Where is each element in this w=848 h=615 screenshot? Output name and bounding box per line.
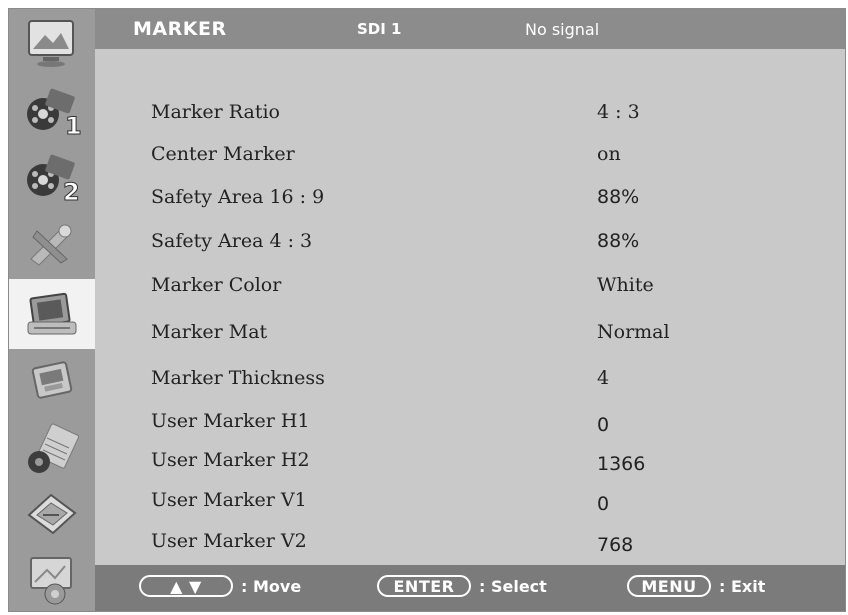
move-hint: : Move — [241, 577, 302, 596]
setting-value: 4 : 3 — [597, 101, 640, 123]
setting-label: Safety Area 4 : 3 — [151, 230, 313, 252]
sidebar-item-input-2[interactable]: 2 — [15, 147, 89, 205]
network-icon — [27, 493, 77, 535]
enter-key: ENTER — [377, 575, 471, 597]
setting-row-marker-color[interactable]: Marker Color White — [95, 274, 845, 308]
system-icon — [30, 557, 72, 605]
sidebar-item-function[interactable] — [15, 353, 89, 411]
footer-help: ▲ ▼ : Move ENTER : Select MENU : Exit — [95, 565, 845, 611]
sidebar-item-input-1[interactable]: 1 — [15, 81, 89, 139]
sidebar-item-picture[interactable] — [15, 13, 89, 71]
osd-menu: 1 2 MARKER SDI 1 No signal Marker Ratio … — [8, 8, 846, 612]
input-source: SDI 1 — [357, 20, 402, 38]
setting-row-marker-mat[interactable]: Marker Mat Normal — [95, 321, 845, 355]
tools-icon — [30, 224, 72, 266]
sidebar-item-tools[interactable] — [15, 215, 89, 273]
marker-icon — [27, 292, 77, 335]
setting-label: User Marker V2 — [151, 530, 307, 552]
setting-value: 4 — [597, 367, 610, 389]
input-2-icon: 2 — [27, 154, 80, 204]
sidebar: 1 2 — [9, 9, 95, 611]
setting-value: 768 — [597, 534, 634, 556]
svg-text:2: 2 — [63, 178, 80, 204]
setting-row-center-marker[interactable]: Center Marker on — [95, 143, 845, 177]
setting-label: Marker Mat — [151, 321, 268, 343]
setting-value: on — [597, 143, 621, 165]
select-hint: : Select — [479, 577, 547, 596]
signal-status: No signal — [525, 19, 600, 39]
setting-value: 0 — [597, 493, 610, 515]
sidebar-item-network[interactable] — [15, 485, 89, 543]
menu-title: MARKER — [133, 18, 227, 40]
setting-row-user-marker-v1[interactable]: User Marker V1 0 — [95, 489, 845, 523]
setting-row-safety-area-4-3[interactable]: Safety Area 4 : 3 88% — [95, 230, 845, 264]
menu-header: MARKER SDI 1 No signal — [95, 9, 845, 49]
setting-value: White — [597, 274, 654, 296]
setting-label: Safety Area 16 : 9 — [151, 186, 325, 208]
setting-label: Center Marker — [151, 143, 295, 165]
setting-label: User Marker H2 — [151, 449, 310, 471]
setting-value: 88% — [597, 186, 640, 208]
function-icon — [31, 361, 73, 399]
setting-row-marker-thickness[interactable]: Marker Thickness 4 — [95, 367, 845, 401]
setting-row-user-marker-v2[interactable]: User Marker V2 768 — [95, 530, 845, 564]
setting-row-safety-area-16-9[interactable]: Safety Area 16 : 9 88% — [95, 186, 845, 220]
setting-row-user-marker-h1[interactable]: User Marker H1 0 — [95, 410, 845, 444]
setting-label: Marker Thickness — [151, 367, 325, 389]
sidebar-item-system[interactable] — [15, 551, 89, 609]
setting-row-marker-ratio[interactable]: Marker Ratio 4 : 3 — [95, 101, 845, 135]
sidebar-item-audio[interactable] — [15, 421, 89, 479]
up-down-key: ▲ ▼ — [139, 575, 233, 597]
sidebar-item-marker[interactable] — [9, 279, 95, 349]
exit-hint: : Exit — [719, 577, 766, 596]
setting-label: Marker Color — [151, 274, 282, 296]
settings-list: Marker Ratio 4 : 3 Center Marker on Safe… — [95, 49, 845, 565]
setting-label: User Marker V1 — [151, 489, 307, 511]
input-1-icon: 1 — [27, 88, 82, 138]
setting-row-user-marker-h2[interactable]: User Marker H2 1366 — [95, 449, 845, 483]
setting-label: Marker Ratio — [151, 101, 280, 123]
svg-text:1: 1 — [65, 112, 82, 138]
setting-value: 1366 — [597, 453, 646, 475]
picture-icon — [28, 20, 74, 67]
setting-value: 88% — [597, 230, 640, 252]
setting-value: Normal — [597, 321, 670, 343]
setting-value: 0 — [597, 414, 610, 436]
audio-icon — [28, 423, 80, 473]
menu-key: MENU — [627, 575, 711, 597]
setting-label: User Marker H1 — [151, 410, 310, 432]
